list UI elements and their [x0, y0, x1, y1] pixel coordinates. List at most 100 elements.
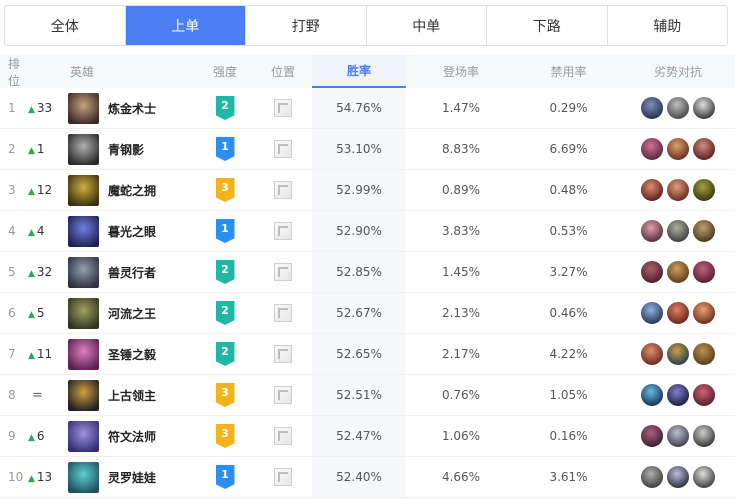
pickrate-value: 0.89% [441, 183, 481, 197]
rank-number: 9 [8, 429, 16, 443]
hero-cell[interactable]: 青钢影 [68, 133, 196, 165]
hero-cell[interactable]: 灵罗娃娃 [68, 461, 196, 493]
table-row[interactable]: 6 ▲ 5 河流之王 2 52.67% 2.13% 0.46% [0, 293, 735, 334]
counter-hero-avatar[interactable] [692, 342, 716, 366]
hero-cell[interactable]: 暮光之眼 [68, 215, 196, 247]
counter-hero-avatar[interactable] [640, 219, 664, 243]
counter-hero-avatar[interactable] [692, 301, 716, 325]
hero-cell[interactable]: 圣锤之毅 [68, 338, 196, 370]
table-row[interactable]: 8 = 上古领主 3 52.51% 0.76% 1.05% [0, 375, 735, 416]
counter-hero-avatar[interactable] [640, 383, 664, 407]
tab-0[interactable]: 全体 [5, 6, 126, 45]
counter-hero-avatar[interactable] [640, 465, 664, 489]
hero-avatar[interactable] [68, 174, 99, 206]
hero-name[interactable]: 符文法师 [108, 428, 156, 445]
counter-hero-avatar[interactable] [692, 383, 716, 407]
counter-hero-avatar[interactable] [666, 219, 690, 243]
hero-name[interactable]: 青钢影 [108, 141, 144, 158]
banrate-value: 3.27% [549, 265, 588, 279]
rank-trend: ▲ 5 [28, 306, 68, 320]
tab-1[interactable]: 上单 [125, 6, 246, 45]
top-lane-icon [274, 345, 292, 363]
hero-cell[interactable]: 上古领主 [68, 379, 196, 411]
pickrate-value: 1.47% [441, 101, 481, 115]
hero-avatar[interactable] [68, 420, 99, 452]
hero-avatar[interactable] [68, 297, 99, 329]
position-cell [254, 304, 312, 322]
rank-trend: ▲ 12 [28, 183, 68, 197]
tab-2[interactable]: 打野 [246, 6, 367, 45]
rank-number: 3 [8, 183, 16, 197]
tier-cell: 3 [196, 383, 254, 407]
table-row[interactable]: 4 ▲ 4 暮光之眼 1 52.90% 3.83% 0.53% [0, 211, 735, 252]
table-row[interactable]: 10 ▲ 13 灵罗娃娃 1 52.40% 4.66% 3.61% [0, 457, 735, 498]
header-banrate[interactable]: 禁用率 [516, 63, 621, 80]
counter-hero-avatar[interactable] [692, 137, 716, 161]
tier-cell: 1 [196, 137, 254, 161]
counter-hero-avatar[interactable] [640, 424, 664, 448]
hero-cell[interactable]: 兽灵行者 [68, 256, 196, 288]
hero-cell[interactable]: 河流之王 [68, 297, 196, 329]
counter-hero-avatar[interactable] [640, 260, 664, 284]
hero-cell[interactable]: 魔蛇之拥 [68, 174, 196, 206]
header-rank[interactable]: 排位 [0, 55, 28, 89]
counter-hero-avatar[interactable] [640, 342, 664, 366]
hero-name[interactable]: 圣锤之毅 [108, 346, 156, 363]
counter-hero-avatar[interactable] [666, 301, 690, 325]
hero-name[interactable]: 炼金术士 [108, 100, 156, 117]
hero-avatar[interactable] [68, 338, 99, 370]
counter-hero-avatar[interactable] [666, 383, 690, 407]
table-row[interactable]: 7 ▲ 11 圣锤之毅 2 52.65% 2.17% 4.22% [0, 334, 735, 375]
hero-avatar[interactable] [68, 133, 99, 165]
counter-hero-avatar[interactable] [666, 260, 690, 284]
counter-hero-avatar[interactable] [640, 178, 664, 202]
counter-hero-avatar[interactable] [666, 137, 690, 161]
counter-hero-avatar[interactable] [640, 301, 664, 325]
pickrate-value: 2.13% [441, 306, 481, 320]
header-winrate[interactable]: 胜率 [312, 55, 406, 88]
tab-3[interactable]: 中单 [367, 6, 487, 45]
hero-cell[interactable]: 符文法师 [68, 420, 196, 452]
hero-cell[interactable]: 炼金术士 [68, 92, 196, 124]
tab-4[interactable]: 下路 [487, 6, 608, 45]
hero-avatar[interactable] [68, 92, 99, 124]
counter-hero-avatar[interactable] [692, 465, 716, 489]
hero-avatar[interactable] [68, 461, 99, 493]
pickrate-value: 4.66% [441, 470, 481, 484]
counter-hero-avatar[interactable] [692, 424, 716, 448]
table-row[interactable]: 1 ▲ 33 炼金术士 2 54.76% 1.47% 0.29% [0, 88, 735, 129]
hero-name[interactable]: 兽灵行者 [108, 264, 156, 281]
rank-trend: ▲ 11 [28, 347, 68, 361]
counter-hero-avatar[interactable] [692, 219, 716, 243]
table-row[interactable]: 9 ▲ 6 符文法师 3 52.47% 1.06% 0.16% [0, 416, 735, 457]
table-row[interactable]: 5 ▲ 32 兽灵行者 2 52.85% 1.45% 3.27% [0, 252, 735, 293]
counter-hero-avatar[interactable] [666, 178, 690, 202]
hero-name[interactable]: 魔蛇之拥 [108, 182, 156, 199]
hero-name[interactable]: 上古领主 [108, 387, 156, 404]
header-pickrate[interactable]: 登场率 [406, 63, 516, 80]
hero-name[interactable]: 灵罗娃娃 [108, 469, 156, 486]
hero-avatar[interactable] [68, 256, 99, 288]
hero-name[interactable]: 河流之王 [108, 305, 156, 322]
tab-5[interactable]: 辅助 [608, 6, 728, 45]
counter-hero-avatar[interactable] [692, 178, 716, 202]
hero-name[interactable]: 暮光之眼 [108, 223, 156, 240]
counter-hero-avatar[interactable] [640, 96, 664, 120]
banrate-value: 1.05% [549, 388, 588, 402]
counter-hero-avatar[interactable] [692, 260, 716, 284]
winrate-value: 52.85% [312, 252, 406, 292]
table-row[interactable]: 3 ▲ 12 魔蛇之拥 3 52.99% 0.89% 0.48% [0, 170, 735, 211]
counter-hero-avatar[interactable] [666, 465, 690, 489]
counter-hero-avatar[interactable] [692, 96, 716, 120]
hero-avatar[interactable] [68, 215, 99, 247]
trend-up-icon: ▲ [28, 433, 35, 443]
counter-hero-avatar[interactable] [640, 137, 664, 161]
tier-badge: 2 [215, 260, 235, 284]
table-row[interactable]: 2 ▲ 1 青钢影 1 53.10% 8.83% 6.69% [0, 129, 735, 170]
counter-hero-avatar[interactable] [666, 96, 690, 120]
counter-heroes [621, 424, 735, 448]
hero-avatar[interactable] [68, 379, 99, 411]
counter-hero-avatar[interactable] [666, 342, 690, 366]
counter-hero-avatar[interactable] [666, 424, 690, 448]
header-tier[interactable]: 强度 [196, 63, 254, 80]
